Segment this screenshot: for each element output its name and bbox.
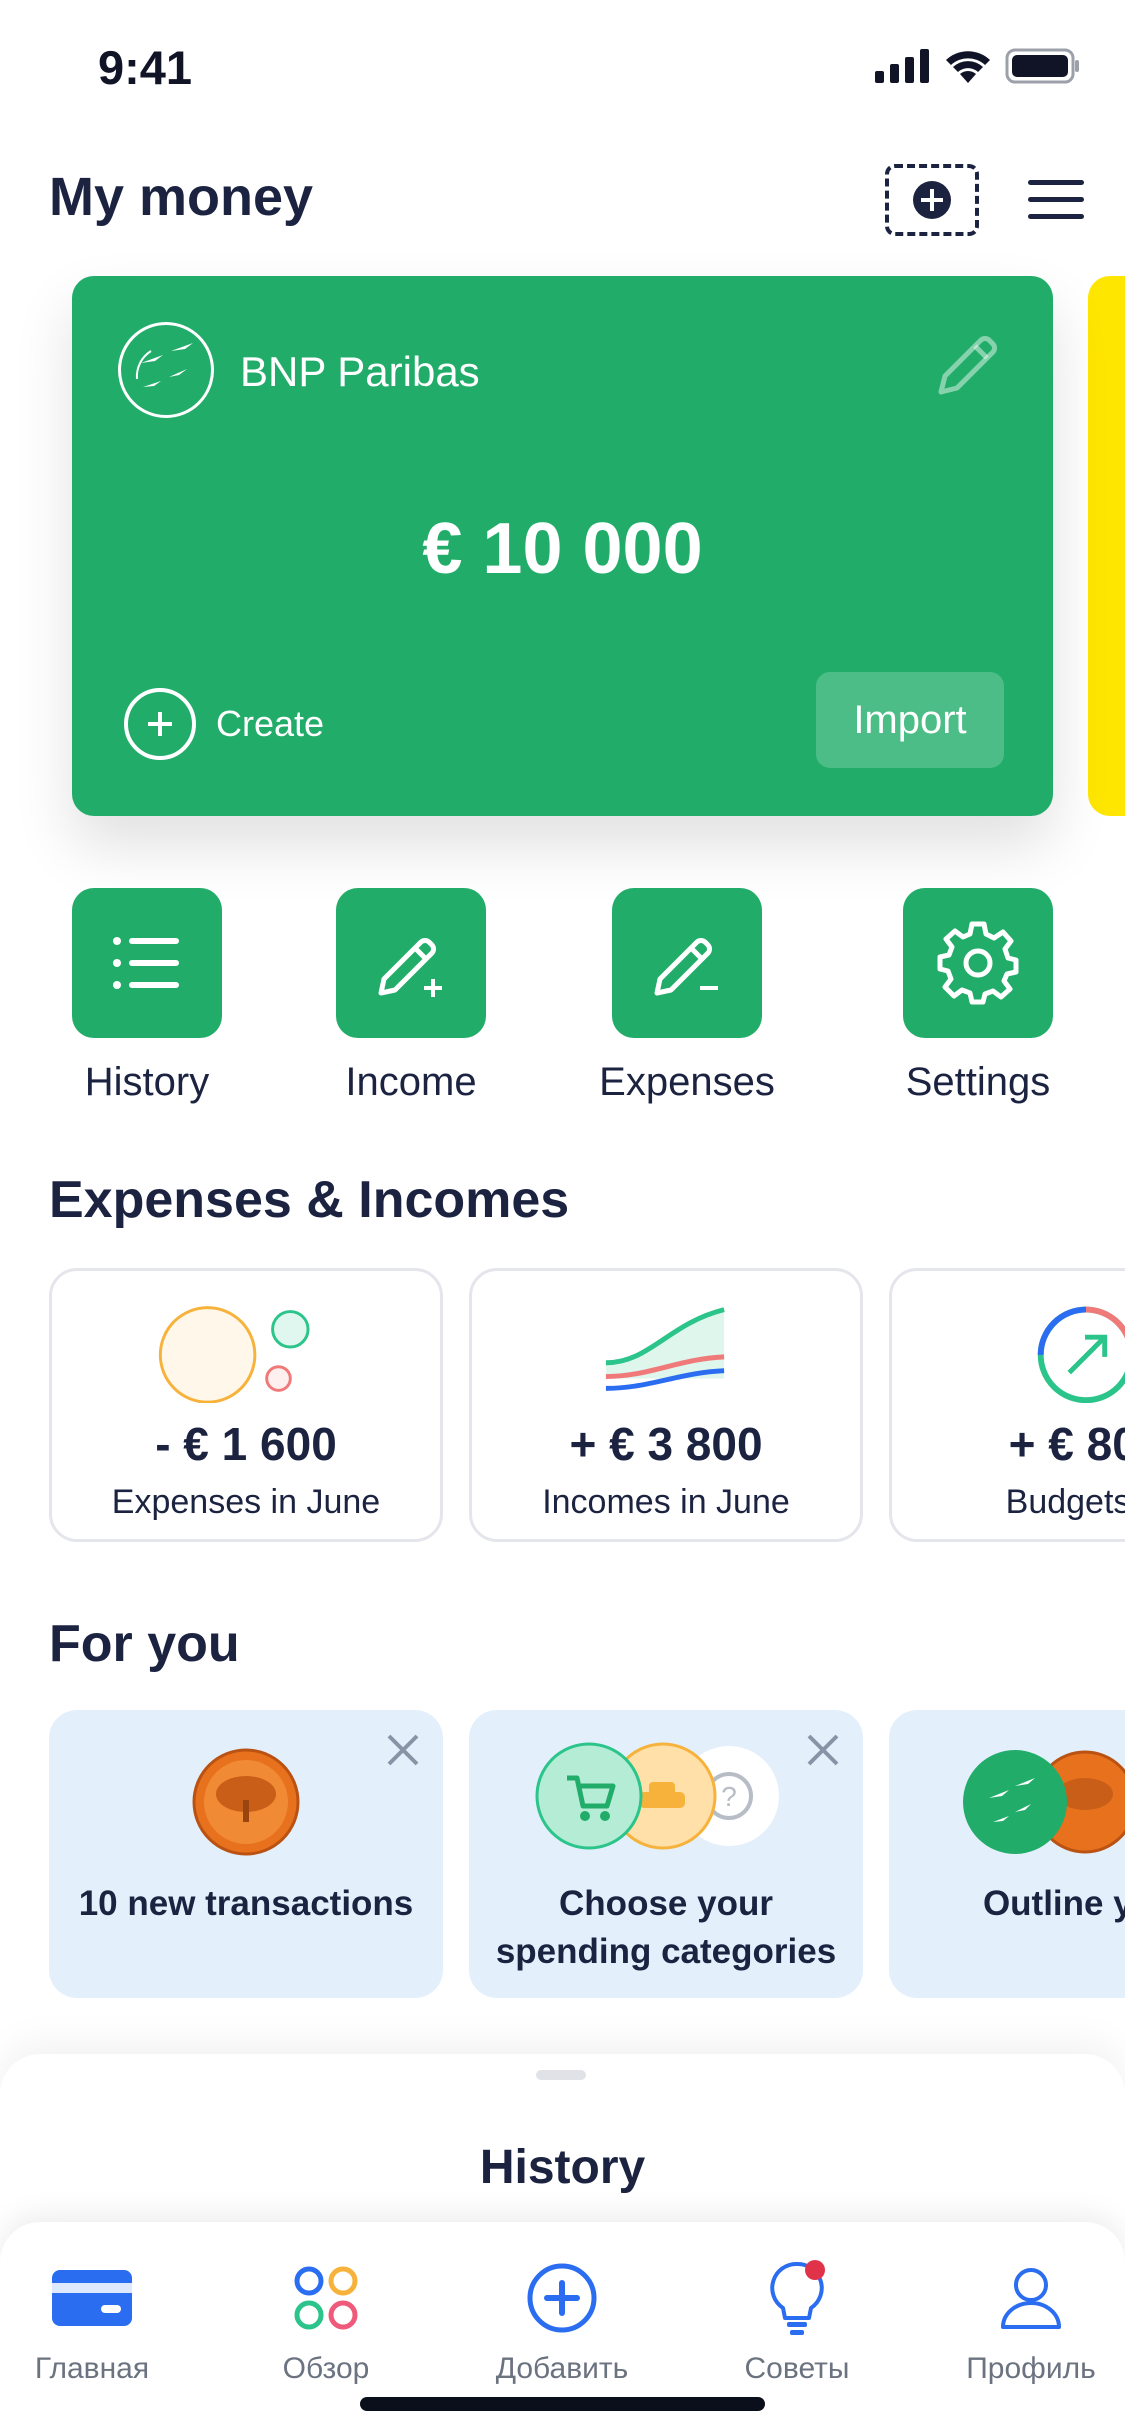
signal-icon: [875, 49, 929, 83]
for-you-card-title: 10 new transactions: [78, 1884, 414, 1923]
sheet-drag-handle[interactable]: [536, 2070, 586, 2080]
stat-value: + € 3 800: [569, 1418, 763, 1470]
title-line: spending categories: [495, 1932, 837, 1971]
section-title-for-you: For you: [49, 1615, 240, 1673]
tab-label: Главная: [34, 2352, 150, 2385]
plus-circle-icon: [124, 688, 196, 760]
stat-label: Incomes in June: [542, 1483, 790, 1521]
bnp-logo-icon: [118, 322, 214, 418]
for-you-card-categories[interactable]: ? Choose your spending categories: [469, 1710, 863, 1998]
menu-button[interactable]: [1026, 170, 1086, 230]
history-tile[interactable]: [72, 888, 222, 1038]
quick-action-expenses[interactable]: Expenses: [587, 888, 787, 1105]
tab-label: Советы: [744, 2352, 850, 2385]
create-label: Create: [216, 703, 325, 744]
expense-bubbles-icon: [158, 1306, 310, 1403]
status-icons: [875, 48, 1081, 84]
stat-label: Budgets in: [1005, 1483, 1125, 1521]
tab-profile[interactable]: Профиль: [931, 2258, 1125, 2386]
home-indicator: [360, 2397, 765, 2411]
profile-icon: [986, 2258, 1076, 2338]
income-tile[interactable]: [336, 888, 486, 1038]
plus-icon: [913, 181, 951, 219]
sheet-title: History: [479, 2141, 646, 2194]
budget-ring-icon: [1037, 1306, 1125, 1403]
quick-action-history[interactable]: History: [47, 888, 247, 1105]
quick-action-label: Income: [345, 1060, 477, 1104]
tab-overview[interactable]: Обзор: [226, 2258, 426, 2386]
edit-card-button[interactable]: [927, 326, 1007, 406]
title-line: Choose your: [559, 1884, 773, 1923]
add-circle-icon: [517, 2258, 607, 2338]
oak-coin-icon: [192, 1748, 300, 1856]
quick-action-settings[interactable]: Settings: [878, 888, 1078, 1105]
list-icon: [113, 937, 179, 989]
budgets-card[interactable]: + € 800 Budgets in: [889, 1268, 1125, 1542]
tab-label: Профиль: [966, 2352, 1096, 2385]
gear-icon: [937, 921, 1019, 1005]
quick-action-label: Expenses: [599, 1060, 775, 1104]
hamburger-icon: [1028, 180, 1084, 219]
stat-label: Expenses in June: [111, 1483, 381, 1521]
incomes-card[interactable]: + € 3 800 Incomes in June: [469, 1268, 863, 1542]
settings-tile[interactable]: [903, 888, 1053, 1038]
svg-text:?: ?: [721, 1781, 737, 1812]
add-account-button[interactable]: [885, 164, 979, 236]
stat-value: - € 1 600: [155, 1418, 337, 1470]
bank-name: BNP Paribas: [240, 348, 480, 395]
wifi-icon: [946, 51, 990, 83]
tab-home[interactable]: Главная: [0, 2258, 192, 2386]
stat-value: + € 800: [1008, 1418, 1125, 1470]
close-icon[interactable]: [803, 1730, 843, 1770]
category-circles-icon: ?: [535, 1742, 779, 1850]
next-account-card[interactable]: [1088, 276, 1125, 816]
close-icon[interactable]: [383, 1730, 423, 1770]
account-card[interactable]: BNP Paribas € 10 000 Create Import: [72, 276, 1053, 816]
quick-action-label: Settings: [905, 1060, 1051, 1104]
lightbulb-icon: [752, 2258, 842, 2338]
quick-action-label: History: [84, 1060, 210, 1104]
for-you-card-outline[interactable]: Outline your: [889, 1710, 1125, 1998]
for-you-card-title: Choose your spending categories: [469, 1880, 863, 1976]
tab-label: Добавить: [495, 2352, 629, 2385]
for-you-card-title: Outline your: [982, 1884, 1125, 1923]
status-time: 9:41: [98, 41, 193, 94]
expenses-tile[interactable]: [612, 888, 762, 1038]
create-button[interactable]: Create: [124, 688, 324, 760]
tab-label: Обзор: [282, 2352, 370, 2385]
circles-icon: [281, 2258, 371, 2338]
header: My money: [0, 150, 1125, 250]
quick-action-income[interactable]: Income: [311, 888, 511, 1105]
section-title-expenses-incomes: Expenses & Incomes: [49, 1171, 570, 1229]
status-bar: 9:41: [0, 0, 1125, 135]
pencil-plus-icon: [378, 938, 442, 997]
tab-add[interactable]: Добавить: [462, 2258, 662, 2386]
card-balance: € 10 000: [422, 509, 703, 589]
bank-and-coin-icon: [963, 1750, 1125, 1854]
tab-tips[interactable]: Советы: [697, 2258, 897, 2386]
income-waves-icon: [605, 1307, 725, 1391]
expenses-card[interactable]: - € 1 600 Expenses in June: [49, 1268, 443, 1542]
page-title: My money: [49, 167, 314, 227]
battery-icon: [1005, 48, 1079, 84]
pencil-minus-icon: [654, 938, 718, 996]
pencil-icon: [938, 336, 997, 395]
import-button[interactable]: Import: [816, 672, 1004, 768]
for-you-card-transactions[interactable]: 10 new transactions: [49, 1710, 443, 1998]
card-icon: [47, 2258, 137, 2338]
